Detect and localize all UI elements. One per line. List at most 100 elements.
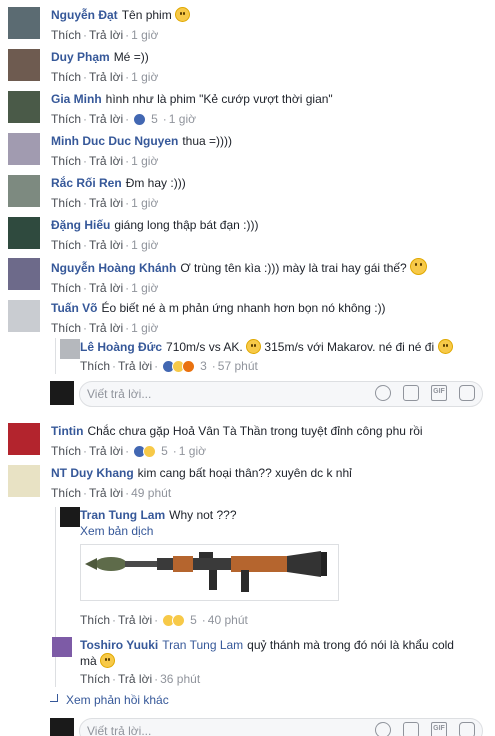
avatar[interactable] — [8, 423, 40, 455]
reply-author[interactable]: Lê Hoàng Đức — [80, 340, 162, 354]
sticker-icon[interactable] — [459, 385, 475, 401]
reply-link[interactable]: Trả lời — [118, 672, 152, 686]
comment-time[interactable]: 49 phút — [131, 486, 171, 500]
comment-text: Éo biết né à m phản ứng nhanh hơn bọn nó… — [101, 301, 386, 315]
comment-text: Tên phim — [121, 8, 172, 22]
reply-time[interactable]: 36 phút — [160, 672, 200, 686]
like-link[interactable]: Thích — [51, 70, 81, 84]
reply-link[interactable]: Trả lời — [89, 238, 123, 252]
reply-time[interactable]: 57 phút — [218, 359, 258, 373]
comment-time[interactable]: 1 giờ — [131, 154, 158, 168]
attachment-image[interactable] — [80, 544, 339, 601]
avatar[interactable] — [8, 91, 40, 123]
reply-text: mà — [80, 654, 97, 668]
avatar[interactable] — [8, 465, 40, 497]
emoji-icon — [175, 7, 191, 22]
reply-link[interactable]: Trả lời — [89, 486, 123, 500]
like-link[interactable]: Thích — [51, 321, 81, 335]
like-link[interactable]: Thích — [80, 613, 110, 627]
reactions[interactable] — [133, 113, 147, 126]
reactions[interactable] — [133, 445, 157, 458]
reply-link[interactable]: Trả lời — [89, 28, 123, 42]
smile-icon[interactable] — [375, 722, 391, 736]
reply-link[interactable]: Trả lời — [89, 321, 123, 335]
like-link[interactable]: Thích — [80, 672, 110, 686]
comment-text: Chắc chưa gặp Hoả Vân Tà Thần trong tuyệ… — [87, 424, 423, 438]
comment-time[interactable]: 1 giờ — [131, 70, 158, 84]
avatar[interactable] — [8, 7, 40, 39]
reply-link[interactable]: Trả lời — [118, 613, 152, 627]
reaction-count[interactable]: 5 — [161, 444, 168, 458]
camera-icon[interactable] — [403, 385, 419, 401]
comment-author[interactable]: Tintin — [51, 424, 83, 438]
avatar[interactable] — [52, 637, 72, 657]
like-link[interactable]: Thích — [51, 28, 81, 42]
camera-icon[interactable] — [403, 722, 419, 736]
comment-text: giáng long thập bát đạn :))) — [114, 218, 259, 232]
avatar[interactable] — [8, 300, 40, 332]
comment-author[interactable]: Nguyễn Hoàng Khánh — [51, 261, 176, 275]
reply-link[interactable]: Trả lời — [89, 444, 123, 458]
reply-link[interactable]: Trả lời — [118, 359, 152, 373]
composer-icons: GIF — [375, 385, 475, 401]
avatar[interactable] — [8, 217, 40, 249]
tagged-user[interactable]: Tran Tung Lam — [162, 638, 243, 652]
reply: Lê Hoàng Đức 710m/s vs AK. 315m/s với Mak… — [60, 339, 489, 373]
reactions[interactable] — [162, 614, 186, 627]
comment-author[interactable]: Rắc Rối Ren — [51, 176, 122, 190]
avatar[interactable] — [60, 507, 80, 527]
like-link[interactable]: Thích — [51, 238, 81, 252]
comment-time[interactable]: 1 giờ — [131, 321, 158, 335]
translate-link[interactable]: Xem bản dịch — [80, 523, 489, 539]
like-link[interactable]: Thích — [51, 112, 81, 126]
avatar[interactable] — [8, 258, 40, 290]
angry-reaction-icon — [182, 360, 196, 373]
comment-time[interactable]: 1 giờ — [131, 196, 158, 210]
avatar[interactable] — [8, 49, 40, 81]
reply-link[interactable]: Trả lời — [89, 70, 123, 84]
comment-time[interactable]: 1 giờ — [131, 28, 158, 42]
reply-link[interactable]: Trả lời — [89, 154, 123, 168]
like-link[interactable]: Thích — [51, 486, 81, 500]
comment-author[interactable]: Nguyễn Đạt — [51, 8, 118, 22]
reply-link[interactable]: Trả lời — [89, 196, 123, 210]
reply-author[interactable]: Tran Tung Lam — [80, 508, 165, 522]
gif-icon[interactable]: GIF — [431, 722, 447, 736]
gif-icon[interactable]: GIF — [431, 385, 447, 401]
comment-author[interactable]: Duy Phạm — [51, 50, 110, 64]
more-replies-label[interactable]: Xem phản hồi khác — [66, 693, 169, 707]
like-link[interactable]: Thích — [80, 359, 110, 373]
like-link[interactable]: Thích — [51, 154, 81, 168]
avatar[interactable] — [8, 133, 40, 165]
comment-author[interactable]: Đặng Hiếu — [51, 218, 110, 232]
comment: NT Duy Khang kim cang bất hoại thân?? xuy… — [8, 465, 489, 501]
reaction-count[interactable]: 3 — [200, 359, 207, 373]
avatar[interactable] — [8, 175, 40, 207]
wow-reaction-icon — [172, 614, 186, 627]
reply-link[interactable]: Trả lời — [89, 112, 123, 126]
reaction-count[interactable]: 5 — [190, 613, 197, 627]
comment-author[interactable]: Gia Minh — [51, 92, 102, 106]
comment-time[interactable]: 1 giờ — [131, 238, 158, 252]
comment-time[interactable]: 1 giờ — [131, 281, 158, 295]
like-link[interactable]: Thích — [51, 281, 81, 295]
reaction-count[interactable]: 5 — [151, 112, 158, 126]
avatar[interactable] — [60, 339, 80, 359]
reply-author[interactable]: Toshiro Yuuki — [80, 638, 158, 652]
comment-author[interactable]: Tuấn Võ — [51, 301, 97, 315]
sticker-icon[interactable] — [459, 722, 475, 736]
like-link[interactable]: Thích — [51, 444, 81, 458]
reply-link[interactable]: Trả lời — [89, 281, 123, 295]
comment-author[interactable]: Minh Duc Duc Nguyen — [51, 134, 178, 148]
like-link[interactable]: Thích — [51, 196, 81, 210]
reply-composer: Viết trả lời... GIF — [50, 718, 483, 736]
reactions[interactable] — [162, 360, 196, 373]
comment-time[interactable]: 1 giờ — [169, 112, 196, 126]
reply-text: quỷ thánh mà trong đó nói là khẩu cold — [247, 638, 454, 652]
comment-author[interactable]: NT Duy Khang — [51, 466, 134, 480]
comment-time[interactable]: 1 giờ — [179, 444, 206, 458]
reply-time[interactable]: 40 phút — [208, 613, 248, 627]
more-replies-link[interactable]: Xem phản hồi khác — [50, 692, 169, 708]
smile-icon[interactable] — [375, 385, 391, 401]
comment: Rắc Rối Ren Đm hay :))) Thích · Trả lời · 1 g… — [8, 175, 489, 211]
